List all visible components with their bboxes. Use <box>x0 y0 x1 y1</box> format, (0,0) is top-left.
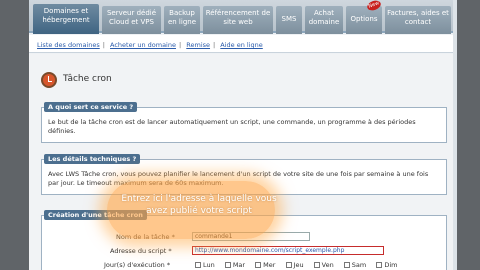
section-details-title: Les détails techniques ? <box>44 154 141 164</box>
subnav-separator: | <box>102 41 105 49</box>
scrollbar[interactable] <box>453 0 457 270</box>
tab-sms[interactable]: SMS <box>276 6 302 34</box>
section-what-text: Le but de la tâche cron est de lancer au… <box>48 118 416 135</box>
day-label: Dim <box>384 261 398 269</box>
tab-label: Serveur dédié Cloud et VPS <box>106 9 157 26</box>
tab-label: Référencement de site web <box>205 9 271 26</box>
checkbox-lun[interactable] <box>195 262 201 268</box>
day-label: Mar <box>232 261 246 269</box>
tab-label: SMS <box>281 15 297 23</box>
tab-options[interactable]: Options <box>346 6 382 34</box>
main-tabbar: Domaines et hébergement Serveur dédié Cl… <box>29 0 457 34</box>
tab-label: Backup en ligne <box>167 9 197 26</box>
day-label: Lun <box>203 261 215 269</box>
subnav-separator: | <box>213 41 216 49</box>
tab-backup[interactable]: Backup en ligne <box>164 6 200 34</box>
day-label: Sam <box>351 261 367 269</box>
tab-label: Achat domaine <box>308 9 340 26</box>
script-address-input[interactable]: http://www.mondomaine.com/script_exemple… <box>192 246 384 255</box>
subnav-aide[interactable]: Aide en ligne <box>220 41 263 49</box>
section-what: A quoi sert ce service ? Le but de la tâ… <box>41 102 447 143</box>
page-title: Tâche cron <box>63 74 112 84</box>
section-what-title: A quoi sert ce service ? <box>44 102 138 112</box>
days-label: Jour(s) d'exécution * <box>104 261 171 269</box>
tab-domaines[interactable]: Domaines et hébergement <box>33 4 99 34</box>
day-label: Ven <box>321 261 334 269</box>
tooltip-text: Entrez ici l'adresse à laquelle vous ave… <box>121 194 277 216</box>
checkbox-mer[interactable] <box>255 262 262 268</box>
tab-referencement[interactable]: Référencement de site web <box>203 6 273 34</box>
subnav-remise[interactable]: Remise <box>186 41 210 49</box>
subnav-separator: | <box>178 41 182 49</box>
checkbox-dim[interactable] <box>376 262 383 268</box>
subnav-liste-domaines[interactable]: Liste des domaines <box>37 41 100 49</box>
day-label: Jeu <box>293 261 304 269</box>
days-checkboxes: Lun Mar Mer Jeu Ven Sam Dim <box>187 261 397 269</box>
tab-label: Options <box>350 15 378 23</box>
checkbox-sam[interactable] <box>343 262 350 268</box>
tab-achat-domaine[interactable]: Achat domaine <box>305 6 343 34</box>
checkbox-ven[interactable] <box>313 262 320 268</box>
subnav-acheter-domaine[interactable]: Acheter un domaine <box>110 41 176 49</box>
checkbox-jeu[interactable] <box>285 262 292 268</box>
tab-label: Factures, aides et contact <box>387 9 449 26</box>
checkbox-mar[interactable] <box>224 262 231 268</box>
tab-label: Domaines et hébergement <box>42 7 90 24</box>
clock-icon <box>41 72 57 88</box>
day-label: Mer <box>263 261 276 269</box>
script-address-label: Adresse du script * <box>110 247 172 255</box>
tab-factures[interactable]: Factures, aides et contact <box>385 6 451 34</box>
tab-serveur[interactable]: Serveur dédié Cloud et VPS <box>102 6 161 34</box>
sub-navigation: Liste des domaines | Acheter un domaine | … <box>29 35 457 53</box>
